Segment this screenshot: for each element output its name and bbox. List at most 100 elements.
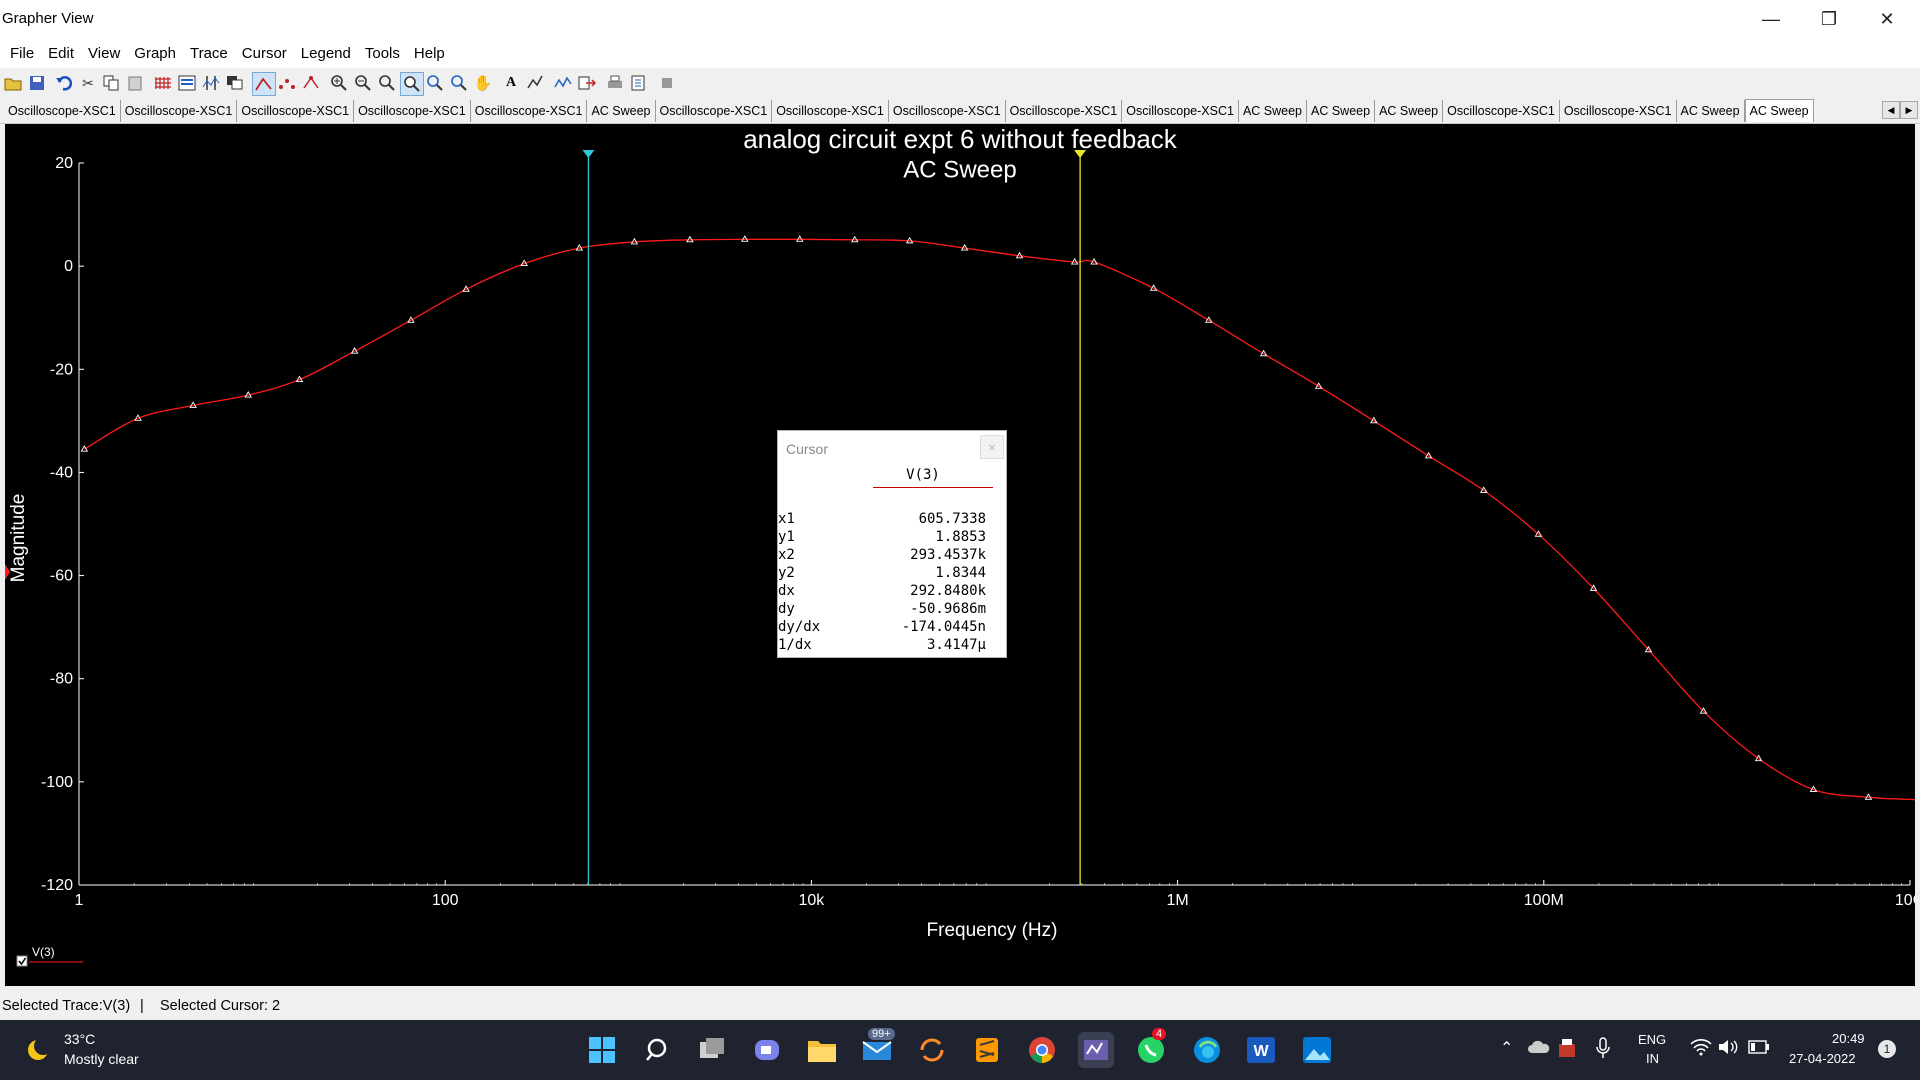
volume-icon[interactable] <box>1718 1038 1740 1061</box>
page-button[interactable] <box>628 72 650 94</box>
properties-button[interactable] <box>524 72 546 94</box>
windows-icon <box>589 1037 615 1063</box>
tab-oscilloscope-xsc1[interactable]: Oscilloscope-XSC1 <box>1560 99 1677 122</box>
clock-time[interactable]: 20:49 <box>1832 1031 1865 1046</box>
tab-ac-sweep[interactable]: AC Sweep <box>1307 99 1376 122</box>
word-button[interactable]: W <box>1243 1032 1279 1068</box>
tab-oscilloscope-xsc1[interactable]: Oscilloscope-XSC1 <box>1443 99 1560 122</box>
language-indicator[interactable]: ENG <box>1638 1032 1666 1047</box>
notification-badge[interactable]: 1 <box>1878 1040 1896 1058</box>
photos-button[interactable] <box>1299 1032 1335 1068</box>
restore-button[interactable]: ❐ <box>1800 0 1858 38</box>
tab-oscilloscope-xsc1[interactable]: Oscilloscope-XSC1 <box>121 99 238 122</box>
search-button[interactable] <box>640 1032 676 1068</box>
x-tick-label: 1 <box>75 892 84 909</box>
tab-oscilloscope-xsc1[interactable]: Oscilloscope-XSC1 <box>772 99 889 122</box>
sublime-button[interactable] <box>969 1032 1005 1068</box>
menu-help[interactable]: Help <box>407 45 452 62</box>
weather-moon-icon[interactable] <box>26 1037 52 1062</box>
weather-desc[interactable]: Mostly clear <box>64 1051 139 1067</box>
file-explorer-button[interactable] <box>804 1032 840 1068</box>
cut-button[interactable]: ✂ <box>77 72 99 94</box>
chrome-button[interactable] <box>1024 1032 1060 1068</box>
pan-button[interactable]: ✋ <box>472 72 494 94</box>
multisim-button[interactable] <box>1078 1032 1114 1068</box>
start-button[interactable] <box>584 1032 620 1068</box>
grid-button[interactable] <box>152 72 174 94</box>
minimize-button[interactable]: — <box>1742 0 1800 38</box>
tab-ac-sweep[interactable]: AC Sweep <box>1239 99 1307 122</box>
legend-button[interactable] <box>176 72 198 94</box>
tab-ac-sweep[interactable]: AC Sweep <box>1677 99 1745 122</box>
zoom-area-button[interactable] <box>376 72 398 94</box>
app-refresh-button[interactable] <box>914 1032 950 1068</box>
tab-oscilloscope-xsc1[interactable]: Oscilloscope-XSC1 <box>4 99 121 122</box>
wifi-icon[interactable] <box>1690 1038 1712 1061</box>
status-bar: Selected Trace:V(3) | Selected Cursor: 2 <box>0 992 1920 1020</box>
tab-scroll-left-button[interactable]: ◀ <box>1882 101 1900 119</box>
battery-icon[interactable] <box>1748 1040 1770 1059</box>
onedrive-icon[interactable] <box>1528 1040 1550 1059</box>
taskbar: 33°C Mostly clear 99+ 4 W ⌃ ENG IN 20:49… <box>0 1020 1920 1080</box>
x-axis-label: Frequency (Hz) <box>927 920 1058 941</box>
clock-date[interactable]: 27-04-2022 <box>1789 1051 1856 1066</box>
weather-temp[interactable]: 33°C <box>64 1031 95 1047</box>
tab-oscilloscope-xsc1[interactable]: Oscilloscope-XSC1 <box>1122 99 1239 122</box>
close-button[interactable]: ✕ <box>1858 0 1916 38</box>
tab-ac-sweep[interactable]: AC Sweep <box>1375 99 1444 122</box>
microphone-icon[interactable] <box>1596 1037 1610 1064</box>
select-marks-button[interactable] <box>552 72 574 94</box>
tab-oscilloscope-xsc1[interactable]: Oscilloscope-XSC1 <box>237 99 355 122</box>
menu-graph[interactable]: Graph <box>127 45 183 62</box>
cursor-window-close-button[interactable]: ✕ <box>980 435 1004 459</box>
tab-ac-sweep[interactable]: AC Sweep <box>587 99 656 122</box>
cursor-window[interactable]: Cursor ✕ V(3) x1 605.7338 y1 1.8853 x2 293.… <box>777 430 1007 658</box>
x-tick-label: 10k <box>799 892 826 909</box>
cursor-column-underline <box>873 487 993 488</box>
text-button[interactable]: A <box>500 72 522 94</box>
export-button[interactable] <box>576 72 598 94</box>
zoom-x-button[interactable] <box>424 72 446 94</box>
chevron-up-icon: ⌃ <box>1500 1040 1514 1057</box>
region-indicator[interactable]: IN <box>1646 1051 1659 1066</box>
zoom-full-button[interactable] <box>400 72 424 96</box>
tab-oscilloscope-xsc1[interactable]: Oscilloscope-XSC1 <box>471 99 588 122</box>
menu-tools[interactable]: Tools <box>358 45 407 62</box>
tab-scroll-right-button[interactable]: ▶ <box>1900 101 1918 119</box>
print-button[interactable] <box>604 72 626 94</box>
tab-oscilloscope-xsc1[interactable]: Oscilloscope-XSC1 <box>889 99 1006 122</box>
task-view-button[interactable] <box>694 1032 730 1068</box>
tab-oscilloscope-xsc1[interactable]: Oscilloscope-XSC1 <box>656 99 773 122</box>
zoom-y-button[interactable] <box>448 72 470 94</box>
photos-icon <box>1303 1037 1331 1063</box>
open-button[interactable] <box>2 72 24 94</box>
teams-chat-button[interactable] <box>749 1032 785 1068</box>
lines-button[interactable] <box>252 72 276 96</box>
zoom-in-button[interactable] <box>328 72 350 94</box>
cursor-1-handle[interactable] <box>582 150 595 158</box>
copy-button[interactable] <box>100 72 122 94</box>
save-button[interactable] <box>26 72 48 94</box>
menu-file[interactable]: File <box>0 45 41 62</box>
menu-view[interactable]: View <box>81 45 127 62</box>
tab-oscilloscope-xsc1[interactable]: Oscilloscope-XSC1 <box>354 99 471 122</box>
overlay-button[interactable] <box>224 72 246 94</box>
menu-trace[interactable]: Trace <box>183 45 235 62</box>
tab-oscilloscope-xsc1[interactable]: Oscilloscope-XSC1 <box>1006 99 1123 122</box>
lines-points-button[interactable] <box>300 72 322 94</box>
edge-button[interactable] <box>1189 1032 1225 1068</box>
stop-icon <box>662 78 672 88</box>
stop-button[interactable] <box>656 72 678 94</box>
menu-edit[interactable]: Edit <box>41 45 81 62</box>
app-tray-icon[interactable] <box>1558 1038 1576 1063</box>
cursors-button[interactable] <box>200 72 222 94</box>
tab-ac-sweep-active[interactable]: AC Sweep <box>1744 99 1814 122</box>
undo-button[interactable] <box>53 72 75 94</box>
zoom-out-button[interactable] <box>352 72 374 94</box>
points-button[interactable] <box>276 72 298 94</box>
menu-legend[interactable]: Legend <box>294 45 358 62</box>
menu-cursor[interactable]: Cursor <box>235 45 294 62</box>
show-hidden-icons-button[interactable]: ⌃ <box>1500 1038 1513 1058</box>
paste-button[interactable] <box>124 72 146 94</box>
cursor-2-handle[interactable] <box>1074 150 1087 158</box>
